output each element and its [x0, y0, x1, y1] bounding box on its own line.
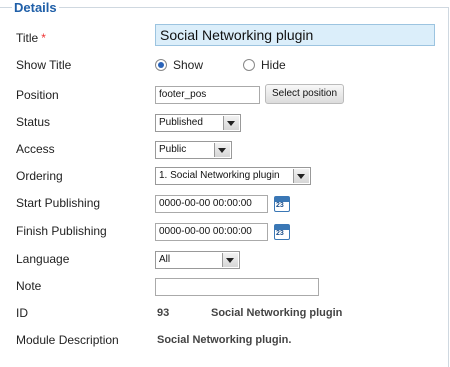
select-position-button[interactable]: Select position [265, 84, 345, 104]
chevron-down-icon [214, 143, 230, 157]
show-radio-label: Show [173, 58, 204, 72]
note-input[interactable] [155, 278, 319, 296]
fieldset-legend: Details [12, 0, 59, 15]
show-title-label: Show Title [16, 58, 72, 72]
start-publishing-label: Start Publishing [16, 196, 101, 210]
language-label: Language [16, 252, 70, 266]
show-title-hide-radio[interactable] [243, 59, 255, 71]
calendar-icon[interactable]: 23 [274, 196, 290, 212]
calendar-icon[interactable]: 23 [274, 224, 290, 240]
access-select[interactable]: Public [155, 141, 232, 159]
chevron-down-icon [222, 253, 238, 267]
access-select-value: Public [159, 144, 187, 155]
position-input[interactable]: footer_pos [155, 86, 260, 104]
module-description-label: Module Description [16, 333, 119, 347]
access-label: Access [16, 142, 55, 156]
ordering-label: Ordering [16, 169, 63, 183]
status-select[interactable]: Published [155, 114, 241, 132]
note-label: Note [16, 279, 42, 293]
module-description-value: Social Networking plugin. [157, 334, 292, 346]
id-value: 93 [157, 307, 170, 319]
title-input[interactable]: Social Networking plugin [155, 24, 435, 46]
start-publishing-input[interactable]: 0000-00-00 00:00:00 [155, 195, 268, 213]
position-label: Position [16, 88, 59, 102]
hide-radio-label: Hide [261, 58, 286, 72]
status-select-value: Published [159, 117, 203, 128]
show-title-show-radio[interactable] [155, 59, 167, 71]
title-label: Title * [16, 31, 46, 45]
finish-publishing-input[interactable]: 0000-00-00 00:00:00 [155, 223, 268, 241]
module-name: Social Networking plugin [211, 307, 343, 319]
status-label: Status [16, 115, 51, 129]
language-select-value: All [159, 254, 171, 265]
required-mark: * [41, 31, 46, 45]
ordering-select-value: 1. Social Networking plugin [159, 170, 280, 181]
language-select[interactable]: All [155, 251, 240, 269]
id-label: ID [16, 306, 28, 320]
finish-publishing-label: Finish Publishing [16, 224, 107, 238]
chevron-down-icon [223, 116, 239, 130]
ordering-select[interactable]: 1. Social Networking plugin [155, 167, 311, 185]
chevron-down-icon [293, 169, 309, 183]
